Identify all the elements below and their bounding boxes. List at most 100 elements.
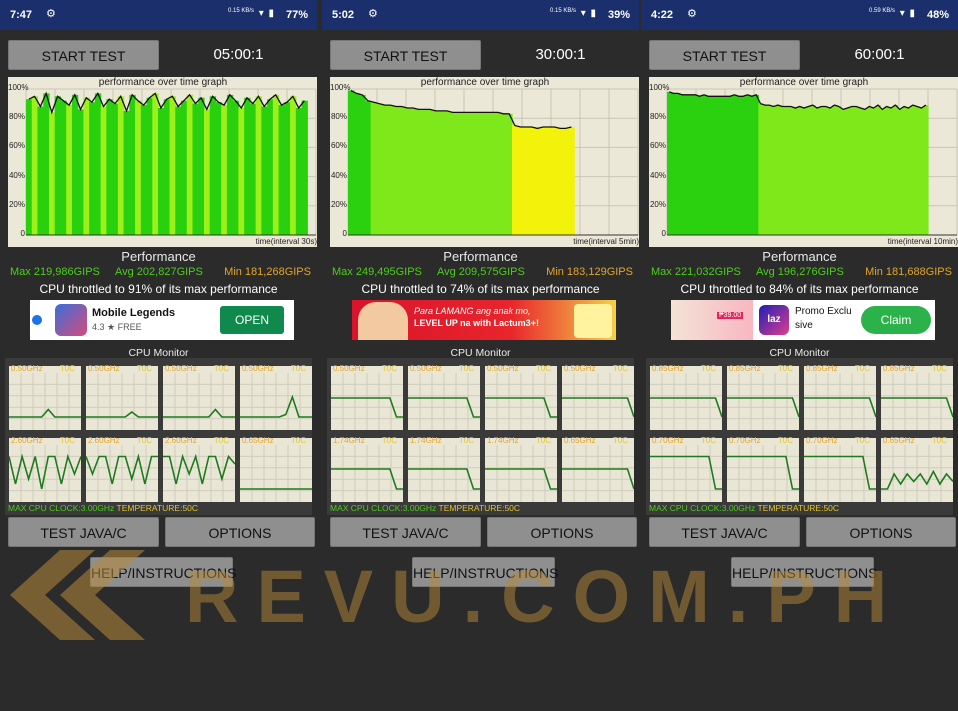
graph-y-tick: 80% xyxy=(649,112,666,122)
graph-bar xyxy=(910,105,916,235)
graph-y-tick: 100% xyxy=(649,83,670,92)
cpu-core-1: 0.85GHz T0C xyxy=(727,364,799,430)
max-cpu-clock: MAX CPU CLOCK:3.00GHz xyxy=(330,503,437,513)
core-temperature: T0C xyxy=(777,436,793,445)
graph-bar xyxy=(398,106,406,235)
cpu-core-2: 0.85GHz T0C xyxy=(804,364,876,430)
core-graph xyxy=(240,373,312,430)
stat-max: Max 249,495GIPS xyxy=(332,266,422,278)
graph-bar xyxy=(714,96,720,235)
throttle-summary: CPU throttled to 74% of its max performa… xyxy=(361,282,600,296)
options-button[interactable]: OPTIONS xyxy=(806,517,956,547)
core-frequency: 1.74GHz xyxy=(333,436,365,445)
cpu-core-2: 0.50GHz T0C xyxy=(485,364,557,430)
graph-bar xyxy=(562,128,570,235)
phone-screen-3: 4:22 ⚙ 0.59 KB/s ▾ ▮ 48% START TEST 60:00:1 per… xyxy=(641,0,958,711)
graph-bar xyxy=(701,94,707,235)
test-java-button[interactable]: TEST JAVA/C xyxy=(8,517,159,547)
graph-bar xyxy=(221,105,228,235)
core-graph xyxy=(727,373,799,430)
ad-info-icon xyxy=(32,315,42,325)
screens-container: 7:47 ⚙ 0.15 KB/s ▾ ▮ 77% START TEST 05:00:1 per… xyxy=(0,0,958,711)
help-instructions-button[interactable]: HELP/INSTRUCTIONS xyxy=(731,557,877,587)
ad-banner[interactable]: Mobile Legends 4.3 ★ FREE OPEN xyxy=(30,300,294,340)
core-graph xyxy=(485,445,557,502)
ad-line-2: LEVEL UP na with Lactum3+! xyxy=(414,318,539,328)
graph-bar xyxy=(675,93,681,235)
cpu-core-7: 0.65GHz T0C xyxy=(562,436,634,502)
core-frequency: 0.50GHz xyxy=(410,364,442,373)
graph-bar xyxy=(875,105,881,235)
start-test-button[interactable]: START TEST xyxy=(649,40,800,70)
graph-bar xyxy=(793,107,799,235)
graph-bar xyxy=(60,100,67,236)
core-graph xyxy=(86,373,158,430)
graph-bar xyxy=(880,109,886,235)
core-temperature: T0C xyxy=(59,364,75,373)
core-graph xyxy=(650,373,722,430)
graph-bar xyxy=(438,110,445,235)
test-java-button[interactable]: TEST JAVA/C xyxy=(330,517,481,547)
graph-y-tick: 0 xyxy=(661,229,666,238)
test-java-button[interactable]: TEST JAVA/C xyxy=(649,517,800,547)
graph-bar xyxy=(461,112,468,235)
core-graph xyxy=(331,373,403,430)
graph-y-tick: 60% xyxy=(8,141,25,151)
core-frequency: 0.50GHz xyxy=(487,364,519,373)
graph-bar xyxy=(140,105,148,235)
performance-title: Performance xyxy=(121,249,196,264)
graph-bar xyxy=(767,105,772,235)
ad-banner[interactable]: Para LAMANG ang anak mo, LEVEL UP na wit… xyxy=(352,300,616,340)
help-instructions-button[interactable]: HELP/INSTRUCTIONS xyxy=(412,557,558,587)
graph-bar xyxy=(415,109,423,235)
core-frequency: 0.50GHz xyxy=(242,364,274,373)
graph-bar xyxy=(163,99,171,235)
graph-y-tick: 20% xyxy=(330,199,347,209)
core-frequency: 0.65GHz xyxy=(564,436,596,445)
core-graph xyxy=(881,445,953,502)
start-test-button[interactable]: START TEST xyxy=(330,40,481,70)
core-frequency: 0.65GHz xyxy=(883,436,915,445)
core-graph xyxy=(240,445,312,502)
ad-banner[interactable]: ₱39.00 laz Promo Exclu sive Claim xyxy=(671,300,935,340)
core-frequency: 0.50GHz xyxy=(88,364,120,373)
graph-bar xyxy=(557,128,564,235)
graph-bar xyxy=(489,112,496,235)
graph-bar xyxy=(158,107,165,235)
gear-icon: ⚙ xyxy=(368,8,380,20)
ad-claim-button[interactable]: Claim xyxy=(861,306,931,334)
graph-bar xyxy=(827,107,833,235)
core-frequency: 1.74GHz xyxy=(410,436,442,445)
ad-open-button[interactable]: OPEN xyxy=(220,306,284,334)
graph-bar xyxy=(31,96,39,235)
core-graph xyxy=(485,373,557,430)
graph-bar xyxy=(517,126,524,235)
graph-title: performance over time graph xyxy=(739,77,869,88)
options-button[interactable]: OPTIONS xyxy=(487,517,637,547)
core-graph xyxy=(408,373,480,430)
graph-bar xyxy=(801,107,807,235)
graph-bar xyxy=(238,107,245,235)
graph-bar xyxy=(727,96,733,235)
ad-people-image xyxy=(358,302,408,340)
graph-bar xyxy=(272,94,280,235)
help-instructions-button[interactable]: HELP/INSTRUCTIONS xyxy=(90,557,236,587)
core-frequency: 2.60GHz xyxy=(88,436,120,445)
test-duration: 30:00:1 xyxy=(535,46,586,63)
start-test-button[interactable]: START TEST xyxy=(8,40,159,70)
network-speed: 0.59 KB/s xyxy=(868,8,895,14)
core-frequency: 0.50GHz xyxy=(165,364,197,373)
graph-bar xyxy=(906,107,912,235)
graph-bar xyxy=(169,96,176,235)
graph-bar xyxy=(198,97,205,235)
battery-level: 48% xyxy=(926,9,949,21)
core-temperature: T0C xyxy=(777,364,793,373)
graph-bar xyxy=(814,107,820,235)
options-button[interactable]: OPTIONS xyxy=(165,517,315,547)
core-temperature: T0C xyxy=(213,364,229,373)
graph-bar xyxy=(897,109,903,235)
graph-bar xyxy=(706,96,712,235)
graph-bar xyxy=(444,110,451,235)
cpu-core-4: 2.60GHz T0C xyxy=(9,436,81,502)
core-frequency: 0.70GHz xyxy=(729,436,761,445)
